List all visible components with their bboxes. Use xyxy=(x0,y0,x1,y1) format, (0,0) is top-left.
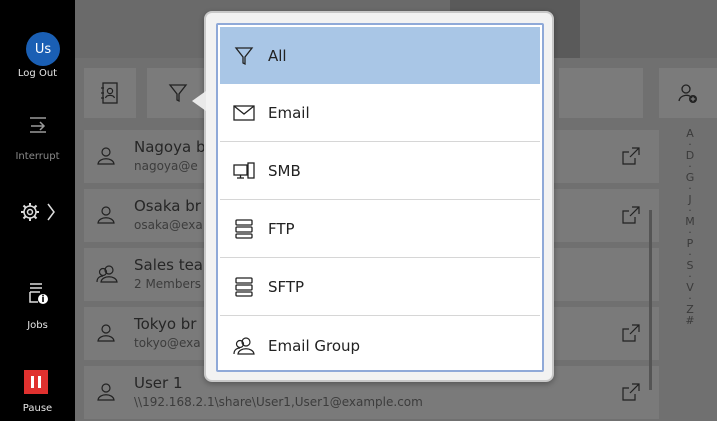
contact-name: User 1 xyxy=(134,374,183,392)
jobs-icon[interactable] xyxy=(0,282,75,306)
jobs-label: Jobs xyxy=(27,320,48,331)
logout-label[interactable]: Log Out xyxy=(0,68,75,79)
address-book-button[interactable] xyxy=(84,68,136,118)
filter-option-label: FTP xyxy=(268,220,295,238)
filter-icon xyxy=(168,84,188,103)
contact-name: Nagoya b xyxy=(134,138,206,156)
avatar-initials: Us xyxy=(34,41,52,57)
person-icon xyxy=(97,324,115,342)
filter-menu: All Email SMB FTP SFTP Email Group xyxy=(216,23,544,372)
filter-option-label: SMB xyxy=(268,162,301,180)
external-link-icon xyxy=(622,206,640,224)
filter-option-email-group[interactable]: Email Group xyxy=(220,317,540,374)
left-sidebar: Us Log Out Interrupt Jobs Pause xyxy=(0,0,75,421)
contact-detail: \\192.168.2.1\share\User1,User1@example.… xyxy=(134,395,423,409)
alphabet-index[interactable]: A · D · G · J · M · P · S · V · Z # xyxy=(675,128,705,326)
settings-gear-icon[interactable] xyxy=(0,200,75,224)
alpha-index-item[interactable]: # xyxy=(675,315,705,326)
filter-option-smb[interactable]: SMB xyxy=(220,143,540,200)
add-contact-icon xyxy=(678,84,697,103)
email-icon xyxy=(232,101,256,125)
contact-name: Osaka br xyxy=(134,197,201,215)
popup-pointer xyxy=(192,91,206,111)
list-scrollbar[interactable] xyxy=(649,210,652,390)
pause-icon xyxy=(31,376,34,388)
filter-option-email[interactable]: Email xyxy=(220,85,540,142)
external-link-icon xyxy=(622,147,640,165)
filter-option-label: SFTP xyxy=(268,278,305,296)
computer-icon xyxy=(232,159,256,183)
interrupt-icon[interactable] xyxy=(0,116,75,134)
external-link-icon xyxy=(622,324,640,342)
person-icon xyxy=(97,383,115,401)
add-contact-button[interactable] xyxy=(659,68,717,118)
search-field-area[interactable] xyxy=(559,68,643,118)
server-icon xyxy=(232,275,256,299)
interrupt-label: Interrupt xyxy=(15,151,60,162)
address-book-screen: Us Log Out Interrupt Jobs Pause Nagoya b… xyxy=(0,0,717,421)
filter-icon xyxy=(232,44,256,68)
contact-name: Tokyo br xyxy=(134,315,197,333)
person-icon xyxy=(97,206,115,224)
group-icon xyxy=(232,334,256,358)
pause-label: Pause xyxy=(22,403,53,414)
contact-detail: tokyo@exa xyxy=(134,336,201,350)
pause-button[interactable] xyxy=(24,370,48,394)
external-link-icon xyxy=(622,383,640,401)
group-icon xyxy=(96,265,118,283)
server-icon xyxy=(232,217,256,241)
filter-popup: All Email SMB FTP SFTP Email Group xyxy=(192,11,554,382)
filter-option-label: Email xyxy=(268,104,310,122)
person-icon xyxy=(97,147,115,165)
filter-option-ftp[interactable]: FTP xyxy=(220,201,540,258)
contact-detail: osaka@exa xyxy=(134,218,203,232)
filter-option-all[interactable]: All xyxy=(220,27,540,84)
filter-option-label: Email Group xyxy=(268,336,361,355)
contact-name: Sales tea xyxy=(134,256,203,274)
contact-detail: nagoya@e xyxy=(134,159,198,173)
user-avatar-button[interactable]: Us xyxy=(26,32,60,66)
filter-option-sftp[interactable]: SFTP xyxy=(220,259,540,316)
contact-detail: 2 Members xyxy=(134,277,202,291)
filter-option-label: All xyxy=(268,46,287,65)
address-book-icon xyxy=(101,82,118,104)
